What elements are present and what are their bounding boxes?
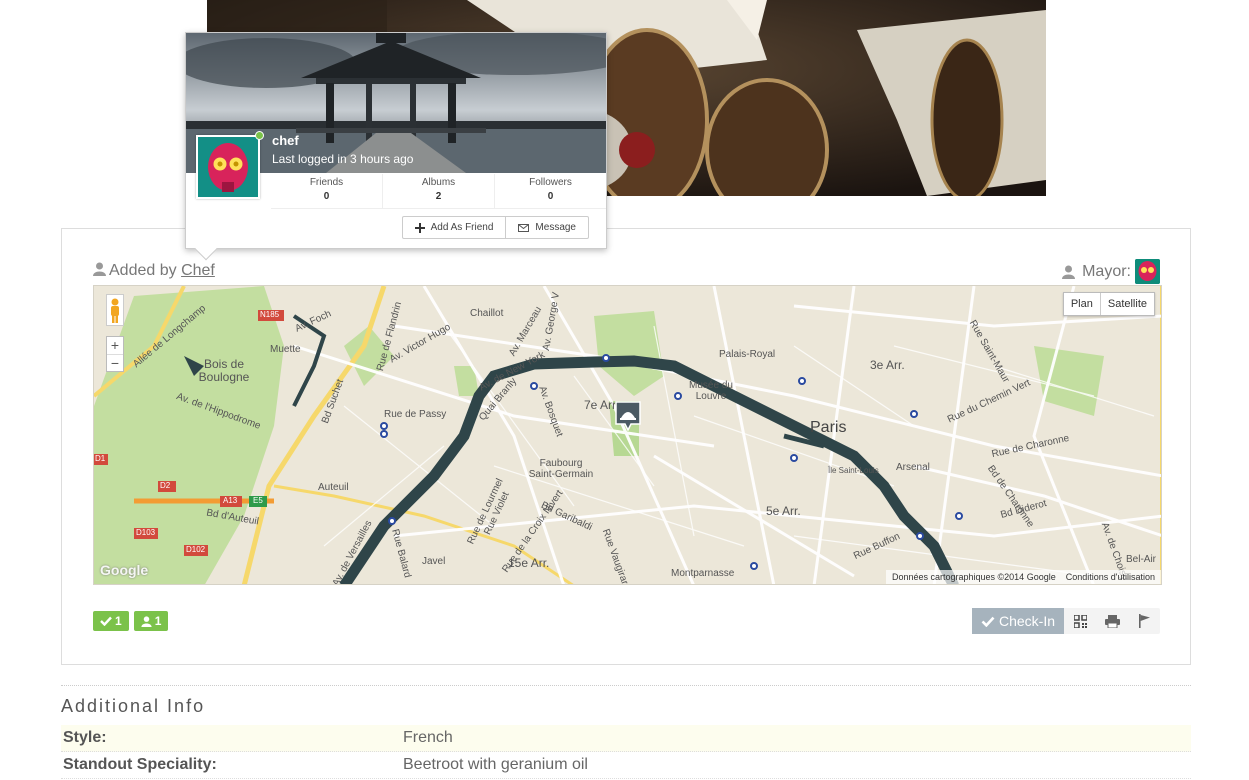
user-icon [1062, 265, 1076, 279]
check-icon [100, 616, 112, 626]
additional-info-table: Style: French Standout Speciality: Beetr… [61, 725, 1191, 779]
info-value: French [403, 729, 453, 746]
profile-stats: Friends 0 Albums 2 Followers 0 [271, 174, 606, 209]
map-label-faubourg: Faubourg Saint-Germain [528, 458, 594, 480]
visitors-count: 1 [154, 614, 162, 628]
stat-label: Friends [309, 177, 344, 188]
envelope-icon [518, 223, 530, 232]
stat-value: 0 [323, 191, 330, 202]
profile-username[interactable]: chef [272, 133, 299, 148]
map-label-passy: Rue de Passy [384, 409, 447, 420]
map-label-3e: 3e Arr. [870, 358, 905, 372]
visitors-count-badge: 1 [133, 611, 169, 631]
map-label-palais: Palais-Royal [719, 349, 776, 360]
venue-map[interactable]: Paris 7e Arr. 5e Arr. 15e Arr. 3e Arr. B… [93, 285, 1162, 585]
map-label-montparnasse: Montparnasse [671, 568, 735, 579]
info-row-style: Style: French [61, 725, 1191, 752]
venue-panel: Added by Chef Mayor: Paris 7e Arr. 5e Ar… [61, 228, 1191, 665]
streetview-pegman-icon[interactable] [106, 294, 124, 326]
info-key: Style: [63, 729, 107, 746]
added-by-prefix: Added by [109, 262, 177, 279]
map-label-ile: Île Saint-Louis [828, 466, 879, 475]
user-profile-popover: chef Last logged in 3 hours ago Friends … [185, 32, 607, 261]
map-label-belair: Bel-Air [1126, 554, 1157, 565]
stat-followers[interactable]: Followers 0 [495, 174, 606, 208]
stat-value: 0 [547, 191, 554, 202]
added-by: Added by Chef [93, 262, 215, 280]
map-label-e5: E5 [253, 496, 263, 505]
plus-icon [414, 222, 425, 233]
map-terms-link[interactable]: Conditions d'utilisation [1066, 572, 1155, 582]
check-in-label: Check-In [998, 613, 1055, 629]
stat-albums[interactable]: Albums 2 [383, 174, 495, 208]
map-data-credit: Données cartographiques ©2014 Google [891, 572, 1056, 582]
online-status-indicator [255, 131, 264, 140]
info-value: Beetroot with geranium oil [403, 756, 588, 773]
checkins-count-badge: 1 [93, 611, 129, 631]
map-label-7e: 7e Arr. [584, 398, 619, 412]
profile-last-logged: Last logged in 3 hours ago [272, 152, 414, 166]
mayor-avatar[interactable] [1135, 259, 1160, 284]
stat-label: Albums [421, 177, 456, 188]
qr-code-button[interactable] [1064, 608, 1096, 634]
venue-map-pin[interactable] [615, 401, 641, 432]
stat-label: Followers [529, 177, 572, 188]
profile-avatar[interactable] [196, 135, 260, 199]
mayor: Mayor: [1062, 259, 1160, 284]
checkins-count: 1 [115, 614, 122, 628]
map-label-chaillot: Chaillot [470, 308, 504, 319]
check-icon [981, 616, 995, 627]
checkin-badges: 1 1 [93, 611, 169, 631]
zoom-out-button[interactable]: − [107, 355, 123, 372]
map-type-plan-button[interactable]: Plan [1064, 293, 1100, 315]
map-label-arsenal: Arsenal [896, 462, 930, 473]
map-label-n185: N185 [260, 310, 280, 319]
additional-info-title: Additional Info [61, 696, 206, 716]
info-key: Standout Speciality: [63, 756, 217, 773]
added-by-user-link[interactable]: Chef [181, 262, 215, 279]
map-label-louvre: Musée du Louvre [689, 380, 733, 402]
add-as-friend-button[interactable]: Add As Friend [403, 217, 506, 238]
check-in-button[interactable]: Check-In [971, 608, 1064, 634]
map-label-5e: 5e Arr. [766, 504, 801, 518]
map-label-muette: Muette [270, 344, 301, 355]
map-attribution: Données cartographiques ©2014 Google Con… [885, 570, 1161, 584]
map-label-d2: D2 [160, 481, 171, 490]
map-label-a13: A13 [223, 496, 238, 505]
map-label-auteuil: Auteuil [318, 482, 349, 493]
map-label-d102: D102 [186, 545, 206, 554]
zoom-in-button[interactable]: + [107, 337, 123, 355]
add-as-friend-label: Add As Friend [430, 222, 494, 233]
map-type-control: Plan Satellite [1062, 292, 1155, 316]
flag-icon [1138, 614, 1150, 628]
user-icon [141, 615, 152, 627]
print-icon [1104, 614, 1120, 628]
google-logo: Google [100, 562, 149, 578]
map-zoom-control[interactable]: + − [106, 336, 124, 372]
map-type-satellite-button[interactable]: Satellite [1099, 293, 1154, 315]
map-label-bois: Bois de Boulogne [198, 357, 250, 384]
message-button[interactable]: Message [505, 217, 588, 238]
stat-value: 2 [435, 191, 442, 202]
profile-actions: Add As Friend Message [401, 216, 589, 239]
map-label-paris: Paris [810, 419, 847, 436]
info-row-speciality: Standout Speciality: Beetroot with geran… [61, 752, 1191, 779]
map-label-javel: Javel [422, 556, 446, 567]
map-label-d103: D103 [136, 528, 156, 537]
message-label: Message [535, 222, 576, 233]
section-divider [61, 685, 1191, 686]
venue-actions: Check-In [971, 608, 1160, 634]
print-button[interactable] [1096, 608, 1128, 634]
report-button[interactable] [1128, 608, 1160, 634]
qr-code-icon [1073, 614, 1087, 628]
user-icon [93, 262, 106, 276]
stat-friends[interactable]: Friends 0 [271, 174, 383, 208]
mayor-label: Mayor: [1082, 262, 1131, 280]
map-label-d1: D1 [95, 454, 106, 463]
